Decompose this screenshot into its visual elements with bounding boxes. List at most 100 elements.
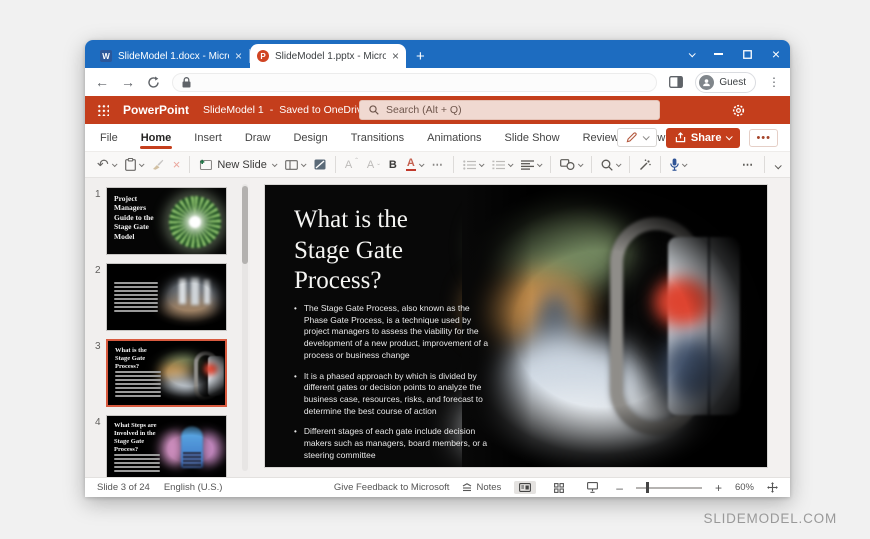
bullet-text: It is a phased approach by which is divi… — [304, 371, 490, 418]
shapes-button[interactable] — [560, 159, 582, 170]
zoom-in-button[interactable]: + — [715, 483, 722, 493]
shrink-font-button[interactable]: Aˇ — [367, 159, 380, 171]
collapse-ribbon-icon[interactable] — [775, 162, 782, 169]
doc-name: SlideModel 1 — [203, 104, 264, 116]
bold-button[interactable]: B — [389, 159, 397, 171]
tab-search-chevron-icon[interactable] — [688, 50, 695, 57]
chevron-down-icon — [272, 161, 278, 167]
normal-view-button[interactable] — [514, 481, 536, 494]
paste-button[interactable] — [125, 158, 143, 171]
menu-home[interactable]: Home — [140, 126, 173, 150]
refresh-button[interactable] — [147, 76, 160, 89]
current-slide[interactable]: What is the Stage Gate Process? • The St… — [265, 185, 767, 467]
paintbrush-icon — [152, 159, 164, 170]
chevron-down-icon — [726, 133, 733, 140]
menu-design[interactable]: Design — [292, 126, 328, 150]
bullet-text: Different stages of each gate include de… — [304, 426, 490, 461]
menu-file[interactable]: File — [99, 126, 119, 150]
designer-button[interactable] — [314, 159, 326, 170]
delete-button[interactable]: × — [173, 157, 181, 172]
doc-sep: - — [270, 104, 274, 116]
feedback-link[interactable]: Give Feedback to Microsoft — [334, 482, 450, 493]
new-tab-button[interactable]: + — [416, 50, 425, 64]
tab-close-icon[interactable]: × — [235, 51, 242, 61]
delete-icon: × — [173, 157, 181, 172]
slide-thumbnail-2[interactable] — [106, 263, 227, 331]
bullets-button[interactable] — [463, 160, 483, 170]
side-panel-icon[interactable] — [669, 76, 683, 88]
zoom-slider-handle[interactable] — [646, 482, 650, 493]
settings-gear-icon[interactable] — [732, 104, 745, 117]
share-button[interactable]: Share — [666, 128, 741, 148]
document-title[interactable]: SlideModel 1 - Saved to OneDrive — [203, 104, 379, 116]
guest-profile-button[interactable]: Guest — [695, 72, 756, 93]
slide-thumbnail-1[interactable]: Project Managers Guide to the Stage Gate… — [106, 187, 227, 255]
back-button[interactable]: ← — [95, 75, 109, 89]
undo-button[interactable]: ↶ — [97, 156, 116, 173]
menu-draw[interactable]: Draw — [244, 126, 272, 150]
format-painter-button[interactable] — [152, 159, 164, 170]
bullet-item: • The Stage Gate Process, also known as … — [294, 303, 490, 362]
more-font-options-button[interactable]: ⋯ — [432, 158, 444, 171]
menu-transitions[interactable]: Transitions — [350, 126, 405, 150]
notes-icon — [462, 483, 472, 492]
slide-sorter-view-button[interactable] — [549, 481, 569, 495]
menu-insert[interactable]: Insert — [193, 126, 223, 150]
zoom-level[interactable]: 60% — [735, 482, 754, 493]
zoom-slider[interactable] — [636, 487, 702, 489]
editing-mode-button[interactable] — [617, 128, 657, 147]
slide-title[interactable]: What is the Stage Gate Process? — [294, 205, 464, 297]
chevron-down-icon — [301, 161, 307, 167]
new-slide-button[interactable]: New Slide — [199, 159, 276, 171]
numbered-list-icon — [492, 160, 505, 170]
fit-to-window-button[interactable] — [767, 482, 778, 493]
font-color-button[interactable]: A — [406, 158, 423, 171]
divider — [764, 156, 765, 173]
slide-thumbnail-panel: 1 Project Managers Guide to the Stage Ga… — [85, 178, 250, 477]
bold-label: B — [389, 159, 397, 171]
browser-tab-pptx[interactable]: P SlideModel 1.pptx - Microsoft Po × — [250, 44, 406, 68]
minimize-button[interactable] — [714, 53, 723, 55]
dictate-button[interactable] — [670, 158, 686, 171]
address-bar[interactable] — [172, 73, 657, 92]
browser-tab-docx[interactable]: W SlideModel 1.docx - Microsoft W × — [93, 44, 249, 68]
slide-thumbnail-4[interactable]: What Steps are Involved in the Stage Gat… — [106, 415, 227, 477]
find-button[interactable] — [601, 159, 620, 171]
forward-button[interactable]: → — [121, 75, 135, 89]
thumbnail-scrollbar[interactable] — [242, 184, 248, 471]
ribbon-options-button[interactable]: ••• — [749, 129, 778, 147]
grow-font-button[interactable]: Aˆ — [345, 159, 358, 171]
thumbnail-title: Project Managers Guide to the Stage Gate… — [114, 194, 166, 241]
align-button[interactable] — [521, 160, 541, 170]
more-commands-button[interactable]: ⋯ — [742, 158, 754, 171]
language-selector[interactable]: English (U.S.) — [164, 482, 223, 493]
numbering-button[interactable] — [492, 160, 512, 170]
scrollbar-thumb[interactable] — [242, 186, 248, 264]
share-icon — [675, 132, 686, 143]
slide-body-text[interactable]: • The Stage Gate Process, also known as … — [294, 303, 490, 467]
layout-button[interactable] — [285, 160, 305, 170]
thumbnail-row-2: 2 — [85, 263, 250, 331]
browser-menu-kebab-icon[interactable]: ⋮ — [768, 75, 780, 89]
app-launcher-icon[interactable] — [97, 104, 109, 116]
slideshow-view-button[interactable] — [582, 480, 603, 495]
notes-toggle[interactable]: Notes — [462, 482, 501, 493]
zoom-out-button[interactable]: – — [616, 483, 623, 493]
bullet-marker: • — [294, 426, 297, 461]
menu-animations[interactable]: Animations — [426, 126, 482, 150]
divider — [453, 156, 454, 173]
search-input[interactable]: Search (Alt + Q) — [359, 100, 660, 120]
close-window-button[interactable]: × — [772, 48, 780, 60]
app-name[interactable]: PowerPoint — [123, 103, 189, 117]
chevron-down-icon — [616, 161, 622, 167]
maximize-button[interactable] — [743, 50, 752, 59]
menu-slide-show[interactable]: Slide Show — [504, 126, 561, 150]
tab-close-icon[interactable]: × — [392, 51, 399, 61]
thumbnail-title: What is the Stage Gate Process? — [115, 347, 163, 371]
slide-thumbnail-3-selected[interactable]: What is the Stage Gate Process? — [106, 339, 227, 407]
save-status: Saved to OneDrive — [279, 104, 368, 116]
menu-review[interactable]: Review — [582, 126, 620, 150]
chevron-down-icon — [682, 161, 688, 167]
ribbon-toolbar: ↶ × New Slide — [85, 151, 790, 178]
designer-wand-button[interactable] — [639, 159, 651, 171]
